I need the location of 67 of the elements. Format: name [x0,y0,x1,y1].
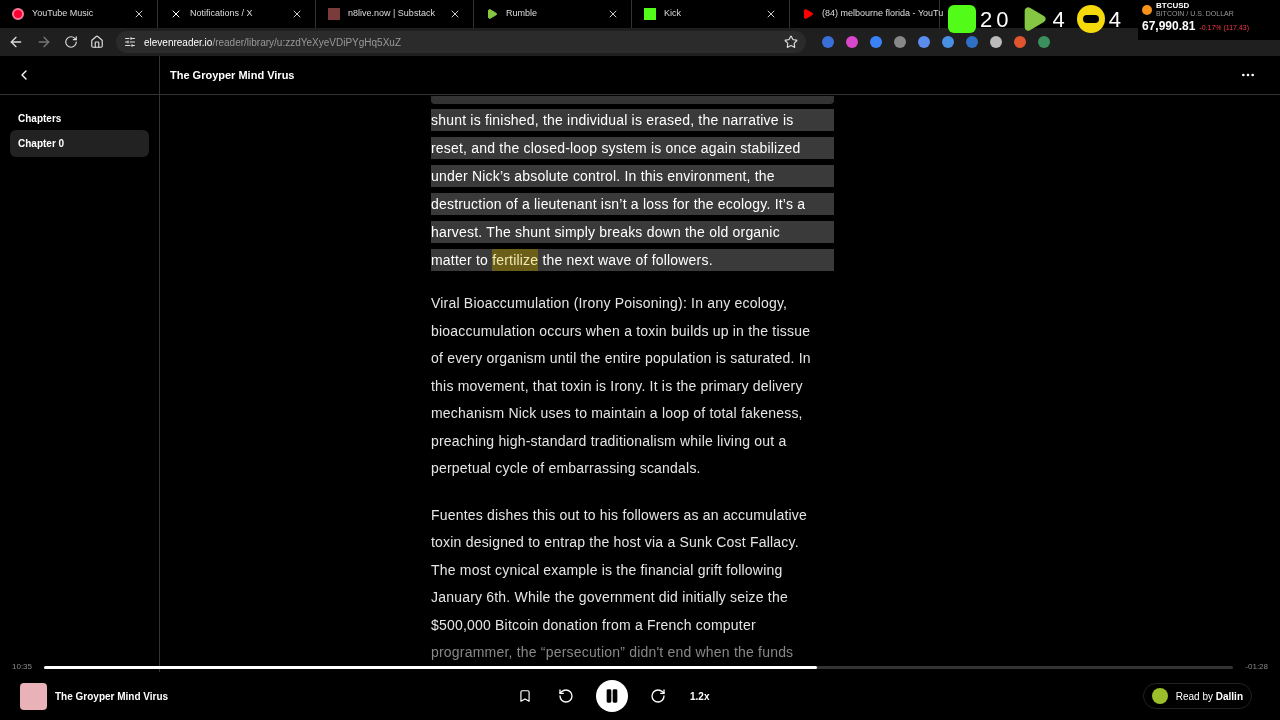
extension-icon[interactable] [846,36,858,48]
extension-icon[interactable] [942,36,954,48]
book-title: The Groyper Mind Virus [170,67,295,83]
x-logo-icon [170,8,182,20]
transcript-text: harvest. The shunt simply breaks down the old organic [431,223,780,242]
paragraph-line: Fuentes dishes this out to his followers as an accumulative [431,505,807,525]
thumbnail-icon [328,8,340,20]
forward-icon[interactable] [650,688,666,704]
home-icon[interactable] [90,35,104,49]
current-word: fertilize [492,249,539,271]
player-title: The Groyper Mind Virus [55,689,170,704]
elapsed-time: 10:35 [12,661,33,673]
close-icon[interactable] [449,8,461,20]
pause-icon [604,688,620,704]
address-bar[interactable]: elevenreader.io/reader/library/u:zzdYeXyeVDiPYgHq5XuZ [116,31,806,53]
coin-icon [1142,4,1152,15]
paragraph-line: mechanism Nick uses to maintain a loop of total fakeness, [431,404,803,423]
url-text: elevenreader.io/reader/library/u:zzdYeXyeVDiPYgHq5XuZ [144,35,401,50]
transcript-text: under Nick’s absolute control. In this environment, the [431,167,775,186]
close-icon[interactable] [765,8,777,20]
transcript-text: matter to [431,251,490,270]
transcript-text: reset, and the closed-loop system is once again stabilized [431,139,801,158]
narrator-avatar [1151,688,1168,704]
viewer-count: 4 [1108,5,1125,34]
transcript-text: shunt is finished, the individual is erased, the narrative is [431,111,794,130]
paragraph-line: bioaccumulation occurs when a toxin builds up in the tissue [431,321,811,341]
paragraph-line: of every organism until the entire population is saturated. In [431,349,811,368]
remaining-time: -01:28 [1245,661,1268,673]
paragraph-line: toxin designed to entrap the host via a Sunk Cost Fallacy. [431,533,799,552]
viewer-count: 20 [980,5,1013,34]
paragraph-line: $500,000 Bitcoin donation from a French computer [431,615,756,635]
play-pause-button[interactable] [596,680,628,712]
back-icon[interactable] [8,34,24,50]
extension-icon[interactable] [918,36,930,48]
extension-icon[interactable] [1038,36,1050,48]
paragraph-line: this movement, that toxin is Irony. It is the primary delivery [431,376,803,396]
play-logo-icon [486,8,498,20]
bookmark-icon[interactable] [518,689,532,703]
ticker-price: 67,990.81 [1142,18,1196,35]
extension-icon[interactable] [822,36,834,48]
bookmark-star-icon[interactable] [784,35,798,49]
chapter-item[interactable]: Chapter 0 [10,130,149,157]
extension-icon[interactable] [894,36,906,48]
paragraph-line: Viral Bioaccumulation (Irony Poisoning): In any ecology, [431,294,788,313]
reload-icon[interactable] [64,35,78,49]
paragraph-line: The most cynical example is the financial grift following [431,560,783,580]
viewer-count: 4 [1052,5,1069,34]
extension-icon[interactable] [1014,36,1026,48]
close-icon[interactable] [291,8,303,20]
transcript-text: destruction of a lieutenant isn’t a loss for the ecology. It’s a [431,195,806,214]
ticker-symbol: BTCUSD [1156,2,1191,10]
site-settings-icon[interactable] [124,36,136,48]
extension-icon[interactable] [870,36,882,48]
paragraph-line: preaching high-standard traditionalism while living out a [431,431,787,451]
paragraph-line: perpetual cycle of embarrassing scandals. [431,459,701,478]
progress-track[interactable] [44,665,1234,669]
rewind-icon[interactable] [558,688,574,704]
close-icon[interactable] [607,8,619,20]
extension-icon[interactable] [990,36,1002,48]
close-icon[interactable] [133,8,145,20]
cover-thumbnail [20,682,47,710]
transcript-text: the next wave of followers. [541,251,713,270]
paragraph-line: programmer, the “persecution” didn't end when the funds [431,643,794,662]
paragraph-line: January 6th. While the government did initially seize the [431,588,788,607]
speed-button[interactable]: 1.2x [690,688,710,704]
video-logo-icon [802,8,814,20]
sidebar-heading: Chapters [17,112,63,126]
